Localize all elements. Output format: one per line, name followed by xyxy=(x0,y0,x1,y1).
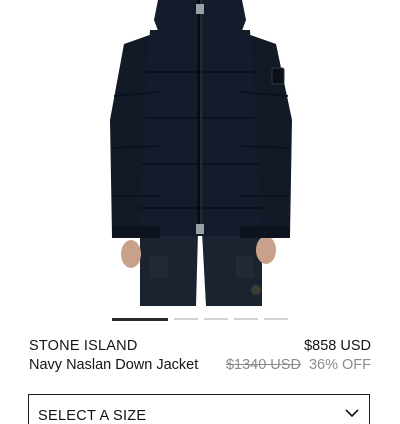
carousel-indicator-4[interactable] xyxy=(234,318,258,320)
carousel-indicator-2[interactable] xyxy=(174,318,198,320)
chevron-down-icon xyxy=(345,409,359,418)
carousel-indicator-1[interactable] xyxy=(112,318,168,321)
product-page: STONE ISLAND Navy Naslan Down Jacket $85… xyxy=(0,0,400,424)
size-selector-label: SELECT A SIZE xyxy=(38,408,147,424)
jacket-photo-illustration xyxy=(110,0,292,306)
discount-badge: 36% OFF xyxy=(308,357,371,373)
current-price: $858 USD xyxy=(304,338,371,354)
product-image[interactable] xyxy=(0,0,400,312)
carousel-indicators xyxy=(112,318,292,322)
brand-name[interactable]: STONE ISLAND xyxy=(29,338,138,354)
price-comparison: $1340 USD 36% OFF xyxy=(226,357,371,373)
original-price: $1340 USD xyxy=(225,357,301,373)
carousel-indicator-3[interactable] xyxy=(204,318,228,320)
carousel-indicator-5[interactable] xyxy=(264,318,288,320)
size-selector[interactable]: SELECT A SIZE xyxy=(28,394,370,424)
product-name: Navy Naslan Down Jacket xyxy=(29,357,199,373)
